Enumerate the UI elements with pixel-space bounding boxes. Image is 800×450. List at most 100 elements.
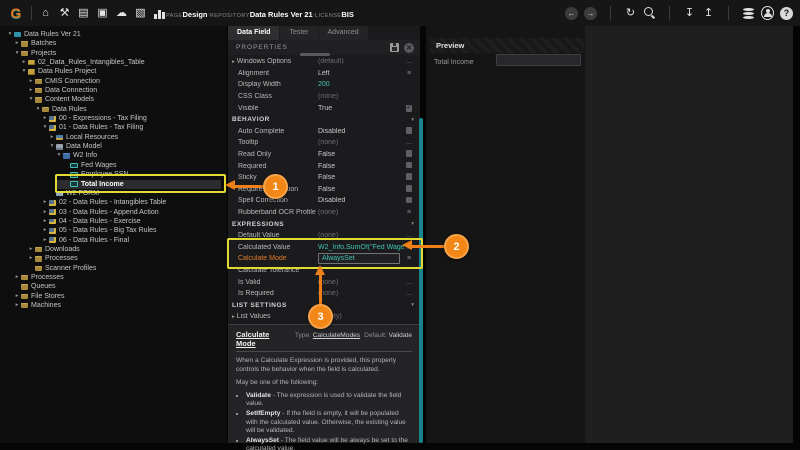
property-row-read-only[interactable]: Read OnlyFalse — [228, 149, 420, 161]
tree-expander[interactable]: ▾ — [20, 67, 28, 76]
tree-item-content-models[interactable]: ▾Content Models — [0, 95, 227, 104]
checkbox-unchecked[interactable] — [406, 150, 413, 157]
property-value[interactable]: (none) — [318, 139, 404, 146]
checkbox-unchecked[interactable] — [406, 197, 413, 204]
dropdown-menu-icon[interactable]: ≡ — [404, 209, 414, 216]
tree-expander[interactable]: ▸ — [41, 236, 49, 245]
help-type-link[interactable]: CalculateModes — [313, 332, 360, 339]
tree-expander[interactable]: ▾ — [41, 123, 49, 132]
tab-tester[interactable]: Tester — [280, 26, 317, 40]
tree-item-data-rules-ver-21[interactable]: ▾Data Rules Ver 21 — [0, 30, 227, 39]
tree-expander[interactable]: ▸ — [13, 301, 21, 310]
property-trail[interactable] — [404, 197, 414, 206]
breadcrumb-value[interactable]: BIS — [341, 10, 354, 19]
property-trail[interactable] — [404, 162, 414, 171]
section-header-expressions[interactable]: EXPRESSIONS▾ — [228, 218, 420, 230]
property-row-css-class[interactable]: CSS Class(none) — [228, 91, 420, 103]
vertical-scrollbar[interactable] — [419, 118, 423, 443]
property-value[interactable]: False — [318, 151, 404, 158]
tree-expander[interactable]: ▸ — [20, 58, 28, 67]
tree-item-data-rules-project[interactable]: ▾Data Rules Project — [0, 67, 227, 76]
download-icon[interactable]: ↧ — [683, 7, 696, 20]
property-trail[interactable]: ✓ — [404, 104, 414, 112]
tree-item-machines[interactable]: ▸Machines — [0, 301, 227, 310]
help-icon[interactable]: ? — [780, 7, 793, 20]
tree-expander[interactable]: ▸ — [27, 254, 35, 263]
property-value[interactable]: True — [318, 105, 404, 112]
section-header-behavior[interactable]: BEHAVIOR▾ — [228, 114, 420, 126]
checkbox-unchecked[interactable] — [406, 185, 413, 192]
property-value[interactable]: (none) — [318, 290, 404, 297]
tree-expander[interactable]: ▾ — [27, 95, 35, 104]
tree-item-scanner-profiles[interactable]: Scanner Profiles — [0, 264, 227, 273]
upload-icon[interactable]: ↥ — [702, 7, 715, 20]
property-trail[interactable] — [404, 127, 414, 136]
property-row-sticky[interactable]: StickyFalse — [228, 172, 420, 184]
tree-expander[interactable]: ▸ — [41, 198, 49, 207]
property-value[interactable]: (none) — [318, 209, 404, 216]
breadcrumb-value[interactable]: Design — [182, 10, 207, 19]
tree-item-00-expressions-tax-filing[interactable]: ▸00 - Expressions - Tax Filing — [0, 114, 227, 123]
property-value[interactable]: Left — [318, 70, 404, 77]
tree-item-04-data-rules-exercise[interactable]: ▸04 - Data Rules - Exercise — [0, 217, 227, 226]
tree-item-processes[interactable]: ▸Processes — [0, 273, 227, 282]
ellipsis-button[interactable]: … — [404, 139, 414, 146]
property-row-auto-complete[interactable]: Auto CompleteDisabled — [228, 126, 420, 138]
tree-item-queues[interactable]: Queues — [0, 282, 227, 291]
total-income-input[interactable] — [496, 54, 581, 66]
ellipsis-button[interactable]: … — [404, 290, 414, 297]
tree-expander[interactable]: ▸ — [48, 133, 56, 142]
property-row-is-required[interactable]: Is Required(none)… — [228, 288, 420, 300]
property-row-display-width[interactable]: Display Width200 — [228, 79, 420, 91]
checkbox-unchecked[interactable] — [406, 162, 413, 169]
tree-expander[interactable]: ▾ — [6, 30, 14, 39]
tree-item-local-resources[interactable]: ▸Local Resources — [0, 133, 227, 142]
tree-item-01-data-rules-tax-filing[interactable]: ▾01 - Data Rules - Tax Filing — [0, 123, 227, 132]
tools-icon[interactable]: ⚒ — [58, 7, 71, 20]
tab-advanced[interactable]: Advanced — [319, 26, 368, 40]
property-row-is-valid[interactable]: Is Valid(none)… — [228, 276, 420, 288]
tree-expander[interactable]: ▸ — [41, 217, 49, 226]
clipboard-icon[interactable]: ▧ — [134, 7, 147, 20]
tree-item-03-data-rules-append-action[interactable]: ▸03 - Data Rules - Append Action — [0, 208, 227, 217]
property-value[interactable]: 200 — [318, 81, 404, 88]
tree-item-data-connection[interactable]: ▸Data Connection — [0, 86, 227, 95]
forward-icon[interactable]: → — [584, 7, 597, 20]
property-value[interactable]: (none) — [318, 279, 404, 286]
tree-item-fed-wages[interactable]: Fed Wages — [0, 161, 227, 170]
home-icon[interactable]: ⌂ — [39, 7, 52, 20]
tree-item-02-data-rules-intangibles-table[interactable]: ▸02 - Data Rules - Intangibles Table — [0, 198, 227, 207]
search-icon[interactable] — [643, 7, 656, 20]
tree-expander[interactable]: ▾ — [55, 151, 63, 160]
tree-expander[interactable]: ▸ — [13, 292, 21, 301]
cloud-upload-icon[interactable]: ☁ — [115, 7, 128, 20]
user-icon[interactable] — [761, 7, 774, 20]
tree-item-data-rules[interactable]: ▾Data Rules — [0, 105, 227, 114]
tree-item-w2-info[interactable]: ▾W2 Info — [0, 151, 227, 160]
property-row-windows-options[interactable]: ▸Windows Options(default)… — [228, 56, 420, 68]
tree-item-batches[interactable]: ▸Batches — [0, 39, 227, 48]
tree-expander[interactable]: ▾ — [34, 105, 42, 114]
tree-item-06-data-rules-final[interactable]: ▸06 - Data Rules - Final — [0, 236, 227, 245]
tree-item-data-model[interactable]: ▾Data Model — [0, 142, 227, 151]
checkbox-unchecked[interactable] — [406, 173, 413, 180]
tree-expander[interactable]: ▸ — [27, 86, 35, 95]
property-row-spell-correction[interactable]: Spell CorrectionDisabled — [228, 195, 420, 207]
ellipsis-button[interactable]: … — [404, 58, 414, 65]
tree-expander[interactable]: ▸ — [27, 245, 35, 254]
tree-item-05-data-rules-big-tax-rules[interactable]: ▸05 - Data Rules - Big Tax Rules — [0, 226, 227, 235]
property-value[interactable]: False — [318, 174, 404, 181]
breadcrumb-value[interactable]: Data Rules Ver 21 — [250, 10, 313, 19]
expander-icon[interactable]: ▸ — [232, 314, 235, 320]
grooper-logo-icon[interactable]: G — [8, 5, 24, 21]
tree-item-02-data-rules-intangibles-table[interactable]: ▸02_Data_Rules_Intangibles_Table — [0, 58, 227, 67]
tree-expander[interactable]: ▸ — [27, 77, 35, 86]
property-trail[interactable] — [404, 173, 414, 182]
batch-box-icon[interactable]: ▣ — [96, 7, 109, 20]
ellipsis-button[interactable]: … — [404, 279, 414, 286]
save-icon[interactable] — [390, 43, 399, 52]
tree-item-downloads[interactable]: ▸Downloads — [0, 245, 227, 254]
back-icon[interactable]: ← — [565, 7, 578, 20]
database-icon[interactable] — [742, 7, 755, 20]
checkbox-checked[interactable]: ✓ — [406, 105, 413, 112]
